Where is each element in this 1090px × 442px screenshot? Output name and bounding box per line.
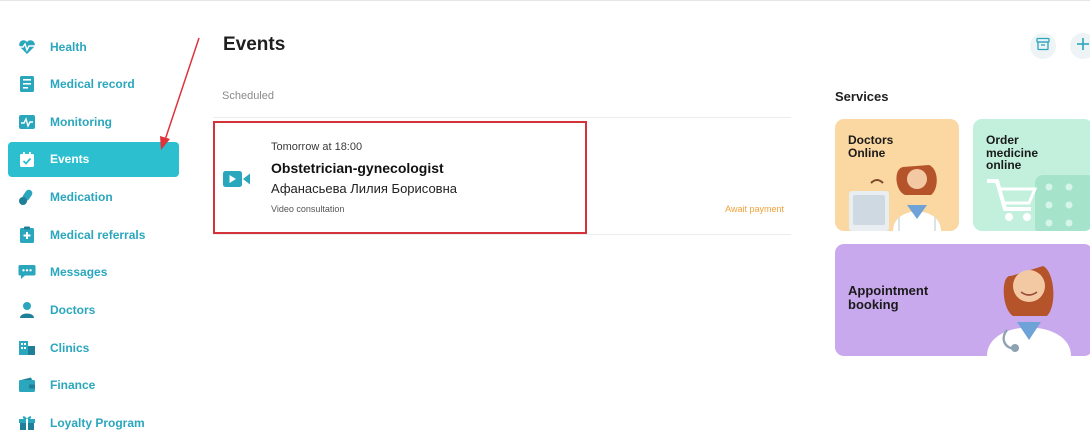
sidebar-item-messages[interactable]: Messages <box>0 254 185 292</box>
sidebar-item-label: Messages <box>50 265 108 280</box>
service-tile-order-medicine[interactable]: Order medicine online <box>973 119 1090 231</box>
monitoring-icon <box>18 113 36 131</box>
doctor-illustration <box>987 266 1071 356</box>
annotation-arrow <box>160 37 200 150</box>
gift-icon <box>18 414 36 432</box>
calendar-check-icon <box>18 150 36 168</box>
sidebar-item-medication[interactable]: Medication <box>0 178 185 216</box>
divider <box>213 117 791 118</box>
services-title: Services <box>835 89 889 104</box>
highlight-box <box>213 121 587 234</box>
sidebar-item-label: Finance <box>50 378 96 393</box>
archive-icon <box>1036 37 1050 56</box>
chat-icon <box>18 263 36 281</box>
event-specialty: Obstetrician-gynecologist <box>271 160 444 176</box>
plus-icon <box>1076 37 1090 56</box>
sidebar-item-loyalty-program[interactable]: Loyalty Program <box>0 404 185 442</box>
top-border <box>0 0 1090 1</box>
wallet-icon <box>18 376 36 394</box>
heart-pulse-icon <box>18 38 36 56</box>
sidebar-item-label: Events <box>50 152 90 167</box>
event-card[interactable]: Tomorrow at 18:00 Obstetrician-gynecolog… <box>213 119 791 234</box>
sidebar-item-label: Monitoring <box>50 114 112 129</box>
page-title: Events <box>223 34 286 55</box>
doctor-illustration <box>849 165 941 231</box>
service-tile-appointment-booking[interactable]: Appointment booking <box>835 244 1090 356</box>
sidebar-item-label: Medical record <box>50 77 135 92</box>
add-event-button[interactable] <box>1070 33 1090 59</box>
archive-button[interactable] <box>1030 33 1056 59</box>
divider <box>213 234 791 235</box>
doctor-icon <box>18 301 36 319</box>
scheduled-section-label: Scheduled <box>222 90 274 102</box>
medical-record-icon <box>18 75 36 93</box>
service-tile-doctors-online[interactable]: Doctors Online <box>835 119 959 231</box>
clinic-building-icon <box>18 339 36 357</box>
sidebar-item-clinics[interactable]: Clinics <box>0 329 185 367</box>
event-time: Tomorrow at 18:00 <box>271 141 363 153</box>
referral-clipboard-icon <box>18 226 36 244</box>
video-camera-icon <box>223 170 251 188</box>
medicine-illustration <box>987 175 1090 231</box>
sidebar-item-doctors[interactable]: Doctors <box>0 291 185 329</box>
event-status-badge: Await payment <box>725 204 784 214</box>
sidebar-item-label: Medication <box>50 190 113 205</box>
sidebar-item-label: Health <box>50 39 87 54</box>
event-type: Video consultation <box>271 204 345 214</box>
sidebar-item-label: Medical referrals <box>50 227 146 242</box>
sidebar-item-label: Doctors <box>50 302 96 317</box>
pills-icon <box>18 188 36 206</box>
sidebar-item-label: Clinics <box>50 340 90 355</box>
sidebar-item-finance[interactable]: Finance <box>0 366 185 404</box>
sidebar-item-medical-referrals[interactable]: Medical referrals <box>0 216 185 254</box>
event-doctor-name: Афанасьева Лилия Борисовна <box>271 181 457 196</box>
